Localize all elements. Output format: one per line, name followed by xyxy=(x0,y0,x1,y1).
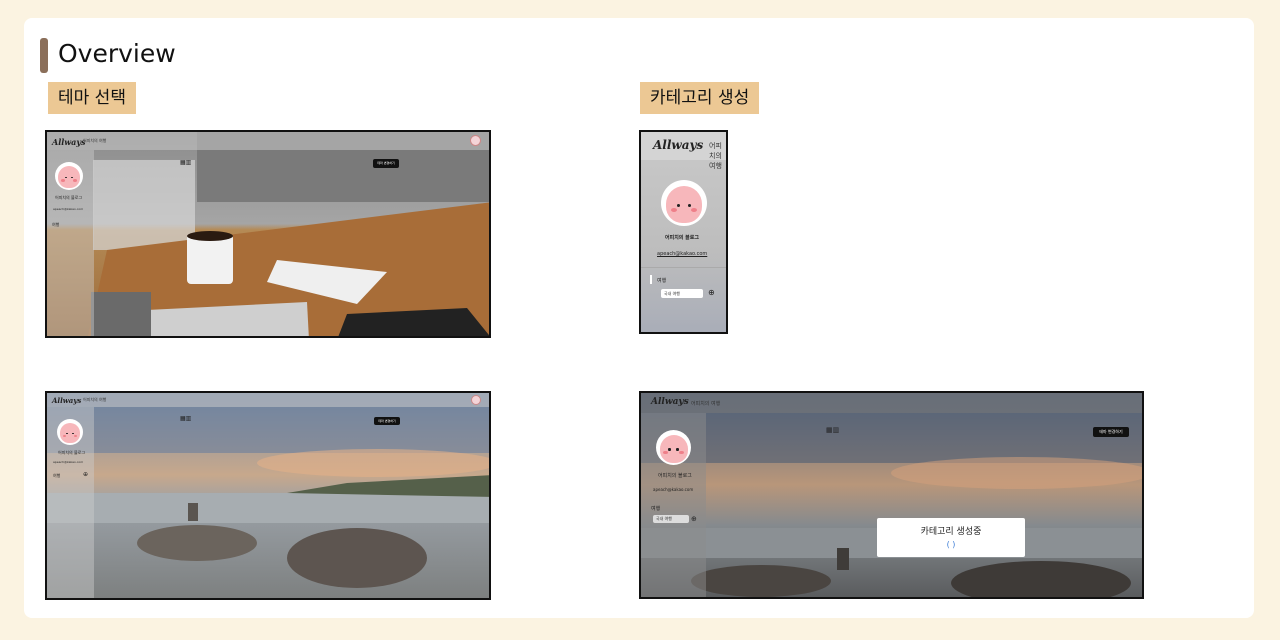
add-category-icon[interactable]: ⊕ xyxy=(691,515,697,523)
grid-view-icon[interactable]: ▦▥ xyxy=(180,415,191,422)
category-header: 여행 xyxy=(651,506,661,512)
grid-view-icon[interactable]: ▦▥ xyxy=(826,426,839,434)
email-link[interactable]: apeach@kakao.com xyxy=(53,207,83,211)
page-title: Overview xyxy=(58,39,176,68)
breadcrumb: 어피치의 여행 xyxy=(709,142,722,170)
email-link[interactable]: apeach@kakao.com xyxy=(653,487,693,492)
category-name-input[interactable]: 국내 여행 xyxy=(661,289,703,298)
title-accent-bar xyxy=(40,38,48,73)
loading-dialog: 카테고리 생성중 ( ) xyxy=(877,518,1025,557)
category-name-input[interactable]: 국내 여행 xyxy=(653,515,689,523)
divider xyxy=(641,267,726,268)
email-link[interactable]: apeach@kakao.com xyxy=(657,251,707,257)
logo[interactable]: Allways xyxy=(52,396,81,405)
category-marker xyxy=(650,275,652,284)
top-bar xyxy=(47,393,489,407)
avatar xyxy=(57,419,83,445)
theme-change-button[interactable]: 테마 변경하기 xyxy=(374,417,400,425)
theme-change-button[interactable]: 테마 변경하기 xyxy=(1093,427,1129,437)
category-screenshot-mobile: Allways 어피치의 여행 어피치의 블로그 apeach@kakao.co… xyxy=(639,130,728,334)
top-avatar[interactable] xyxy=(471,395,481,405)
loading-text: 카테고리 생성중 xyxy=(920,527,982,537)
blog-name: 어피치의 블로그 xyxy=(665,235,699,241)
section-tag-theme: 테마 선택 xyxy=(48,82,136,114)
add-category-icon[interactable]: ⊕ xyxy=(708,288,715,297)
category-header: 여행 xyxy=(52,222,60,227)
theme-screenshot-desk: Allways 어피치의 여행 어피치의 블로그 apeach@kakao.co… xyxy=(45,130,491,338)
logo[interactable]: Allways xyxy=(52,137,86,147)
sea-scene-image xyxy=(641,393,1142,597)
email-link[interactable]: apeach@kakao.com xyxy=(53,460,83,464)
breadcrumb: 어피치의 여행 xyxy=(83,138,107,143)
breadcrumb: 어피치의 여행 xyxy=(691,401,721,407)
sea-scene-image xyxy=(47,393,489,588)
grid-view-icon[interactable]: ▦▥ xyxy=(180,159,191,166)
top-avatar[interactable] xyxy=(470,135,481,146)
avatar xyxy=(661,180,707,226)
avatar xyxy=(656,430,691,465)
section-tag-category: 카테고리 생성 xyxy=(640,82,760,114)
breadcrumb: 어피치의 여행 xyxy=(83,397,107,402)
category-header: 여행 xyxy=(53,473,61,478)
add-category-icon[interactable]: ⊕ xyxy=(83,471,88,478)
theme-change-button[interactable]: 테마 변경하기 xyxy=(373,159,399,168)
top-bar xyxy=(47,132,489,150)
blog-name: 어피치의 블로그 xyxy=(58,450,86,455)
desk-scene-image xyxy=(87,132,489,336)
avatar xyxy=(55,162,83,190)
category-screenshot-loading: Allways 어피치의 여행 어피치의 블로그 apeach@kakao.co… xyxy=(639,391,1144,599)
logo[interactable]: Allways xyxy=(653,138,703,152)
category-header: 여행 xyxy=(657,278,667,284)
theme-screenshot-sea: Allways 어피치의 여행 어피치의 블로그 apeach@kakao.co… xyxy=(45,391,491,600)
blog-name: 어피치의 블로그 xyxy=(658,473,692,479)
overview-card: Overview 테마 선택 카테고리 생성 Allways 어피치의 여행 어… xyxy=(24,18,1254,618)
logo[interactable]: Allways xyxy=(651,397,689,407)
blog-name: 어피치의 블로그 xyxy=(55,195,83,200)
loading-spinner-icon: ( ) xyxy=(946,540,956,549)
